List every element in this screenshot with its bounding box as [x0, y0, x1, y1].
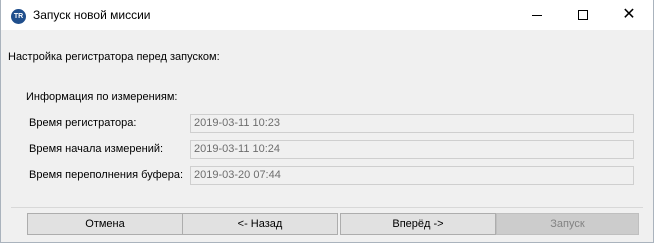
minimize-icon [532, 14, 542, 16]
next-button[interactable]: Вперёд -> [340, 213, 496, 235]
button-separator [11, 207, 643, 208]
close-button[interactable]: ✕ [606, 0, 652, 30]
mission-launch-dialog: TR Запуск новой миссии ✕ Настройка регис… [0, 0, 654, 243]
window-title: Запуск новой миссии [33, 8, 151, 22]
title-bar[interactable]: TR Запуск новой миссии ✕ [1, 0, 653, 30]
buffer-overflow-row: Время переполнения буфера: 2019-03-20 07… [21, 166, 641, 186]
page-subtitle: Настройка регистратора перед запуском: [8, 51, 220, 63]
group-title: Информация по измерениям: [26, 91, 178, 103]
measurement-info-group: Информация по измерениям: Время регистра… [21, 86, 641, 196]
close-icon: ✕ [622, 6, 636, 23]
logger-time-row: Время регистратора: 2019-03-11 10:23 [21, 114, 641, 134]
measurement-start-row: Время начала измерений: 2019-03-11 10:24 [21, 140, 641, 160]
maximize-icon [578, 10, 588, 20]
buffer-overflow-field: 2019-03-20 07:44 [190, 166, 634, 185]
logger-time-label: Время регистратора: [29, 117, 137, 129]
start-button[interactable]: Запуск [496, 213, 639, 235]
measurement-start-label: Время начала измерений: [29, 143, 164, 155]
back-button[interactable]: <- Назад [182, 213, 338, 235]
logger-time-field: 2019-03-11 10:23 [190, 114, 634, 133]
buffer-overflow-label: Время переполнения буфера: [29, 169, 184, 181]
minimize-button[interactable] [514, 0, 560, 30]
cancel-button[interactable]: Отмена [27, 213, 183, 235]
app-logo-icon: TR [11, 9, 26, 24]
maximize-button[interactable] [560, 0, 606, 30]
measurement-start-field: 2019-03-11 10:24 [190, 140, 634, 159]
